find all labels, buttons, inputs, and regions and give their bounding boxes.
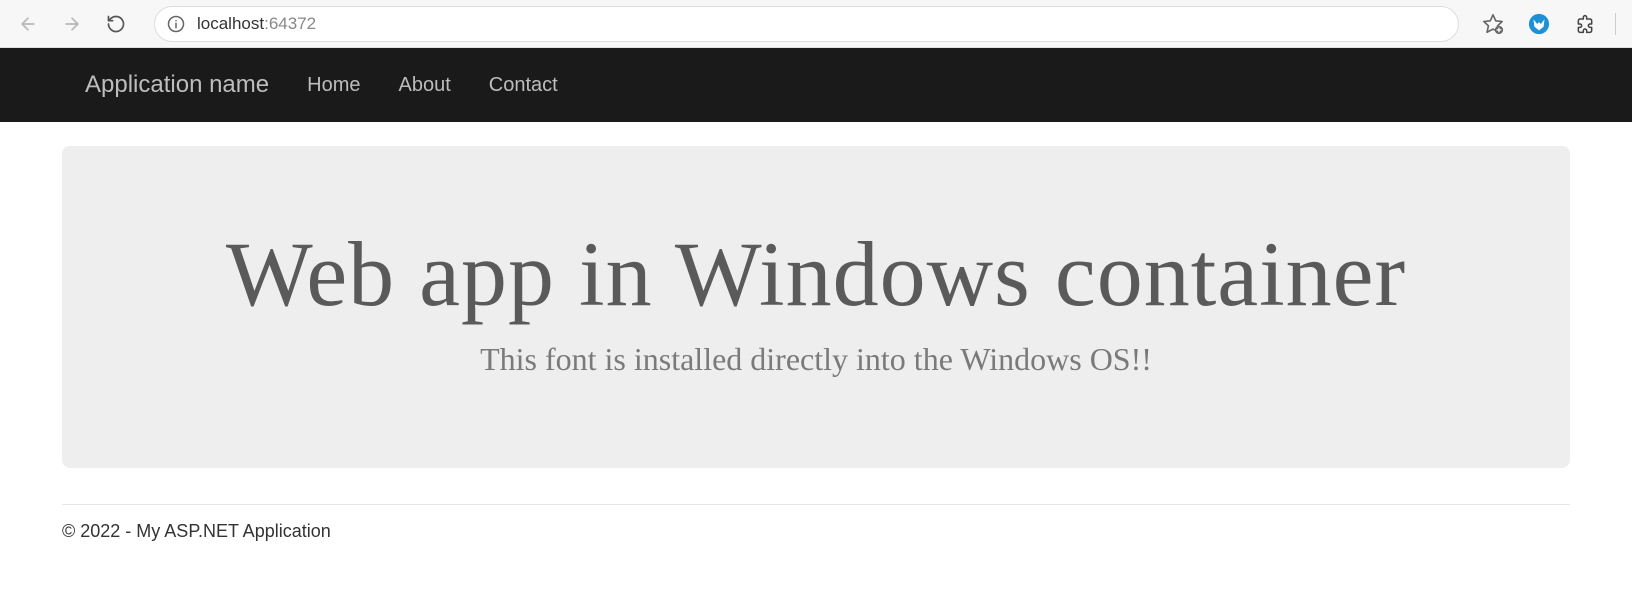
site-info-icon[interactable] [167, 15, 185, 33]
navbar-brand[interactable]: Application name [85, 71, 269, 99]
nav-link-about[interactable]: About [398, 74, 450, 97]
hero-title: Web app in Windows container [82, 226, 1550, 323]
site-navbar: Application name Home About Contact [0, 48, 1632, 122]
nav-link-home[interactable]: Home [307, 74, 360, 97]
favorite-button[interactable] [1477, 8, 1509, 40]
hero-jumbotron: Web app in Windows container This font i… [62, 146, 1570, 468]
footer-text: © 2022 - My ASP.NET Application [62, 521, 1570, 542]
url-port: :64372 [264, 14, 316, 33]
main-content: Web app in Windows container This font i… [0, 122, 1632, 468]
toolbar-right-icons [1467, 8, 1622, 40]
hero-subtitle: This font is installed directly into the… [82, 341, 1550, 378]
browser-toolbar: localhost:64372 [0, 0, 1632, 48]
arrow-right-icon [62, 14, 82, 34]
reload-button[interactable] [98, 6, 134, 42]
fox-profile-icon [1528, 13, 1550, 35]
extensions-button[interactable] [1569, 8, 1601, 40]
forward-button[interactable] [54, 6, 90, 42]
nav-link-contact[interactable]: Contact [489, 74, 558, 97]
profile-button[interactable] [1523, 8, 1555, 40]
page-footer: © 2022 - My ASP.NET Application [0, 521, 1632, 542]
puzzle-icon [1575, 14, 1595, 34]
url-text: localhost:64372 [197, 14, 316, 34]
footer-divider [62, 504, 1570, 505]
star-plus-icon [1482, 13, 1504, 35]
toolbar-divider [1615, 13, 1616, 35]
url-host: localhost [197, 14, 264, 33]
reload-icon [106, 14, 126, 34]
back-button[interactable] [10, 6, 46, 42]
arrow-left-icon [18, 14, 38, 34]
info-icon [167, 15, 185, 33]
address-bar[interactable]: localhost:64372 [154, 6, 1459, 42]
